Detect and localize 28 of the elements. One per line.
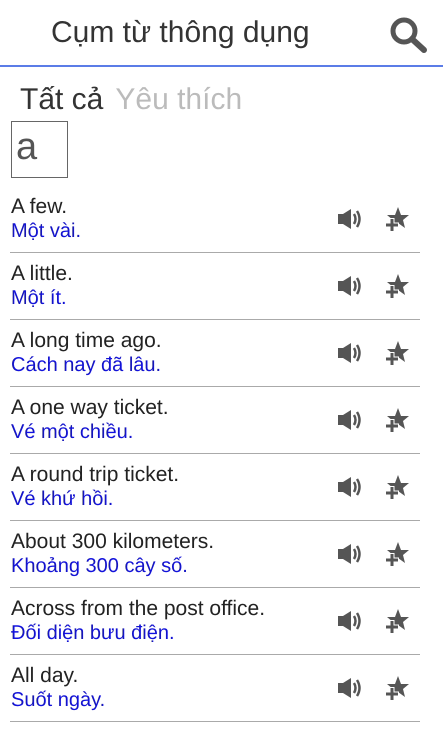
vietnamese-translation: Một vài.	[11, 219, 82, 244]
english-phrase: A long time ago.	[11, 328, 163, 353]
search-icon[interactable]	[389, 16, 429, 54]
tab[interactable]: Tất cả	[20, 77, 104, 117]
star-plus-icon[interactable]	[384, 407, 410, 433]
vietnamese-translation: Đối diện bưu điện.	[11, 621, 176, 646]
star-plus-icon[interactable]	[384, 541, 410, 567]
vietnamese-translation: Vé khứ hồi.	[11, 487, 114, 512]
letter-index: a	[11, 121, 68, 178]
english-phrase: About 300 kilometers.	[11, 529, 216, 554]
vietnamese-translation: Cách nay đã lâu.	[11, 353, 162, 378]
english-phrase: A few.	[11, 194, 68, 219]
star-plus-icon[interactable]	[384, 675, 410, 701]
english-phrase: A round trip ticket.	[11, 462, 180, 487]
vietnamese-translation: Suốt ngày.	[11, 688, 106, 713]
star-plus-icon[interactable]	[384, 273, 410, 299]
star-plus-icon[interactable]	[384, 474, 410, 500]
english-phrase: Across from the post office.	[11, 596, 266, 621]
star-plus-icon[interactable]	[384, 206, 410, 232]
english-phrase: A little.	[11, 261, 74, 286]
english-phrase: A one way ticket.	[11, 395, 170, 420]
screen-title: Cụm từ thông dụng	[51, 15, 310, 51]
star-plus-icon[interactable]	[384, 608, 410, 634]
vietnamese-translation: Một ít.	[11, 286, 68, 311]
vietnamese-translation: Vé một chiều.	[11, 420, 134, 445]
english-phrase: All day.	[11, 663, 80, 688]
star-plus-icon[interactable]	[384, 340, 410, 366]
vietnamese-translation: Khoảng 300 cây số.	[11, 554, 189, 579]
